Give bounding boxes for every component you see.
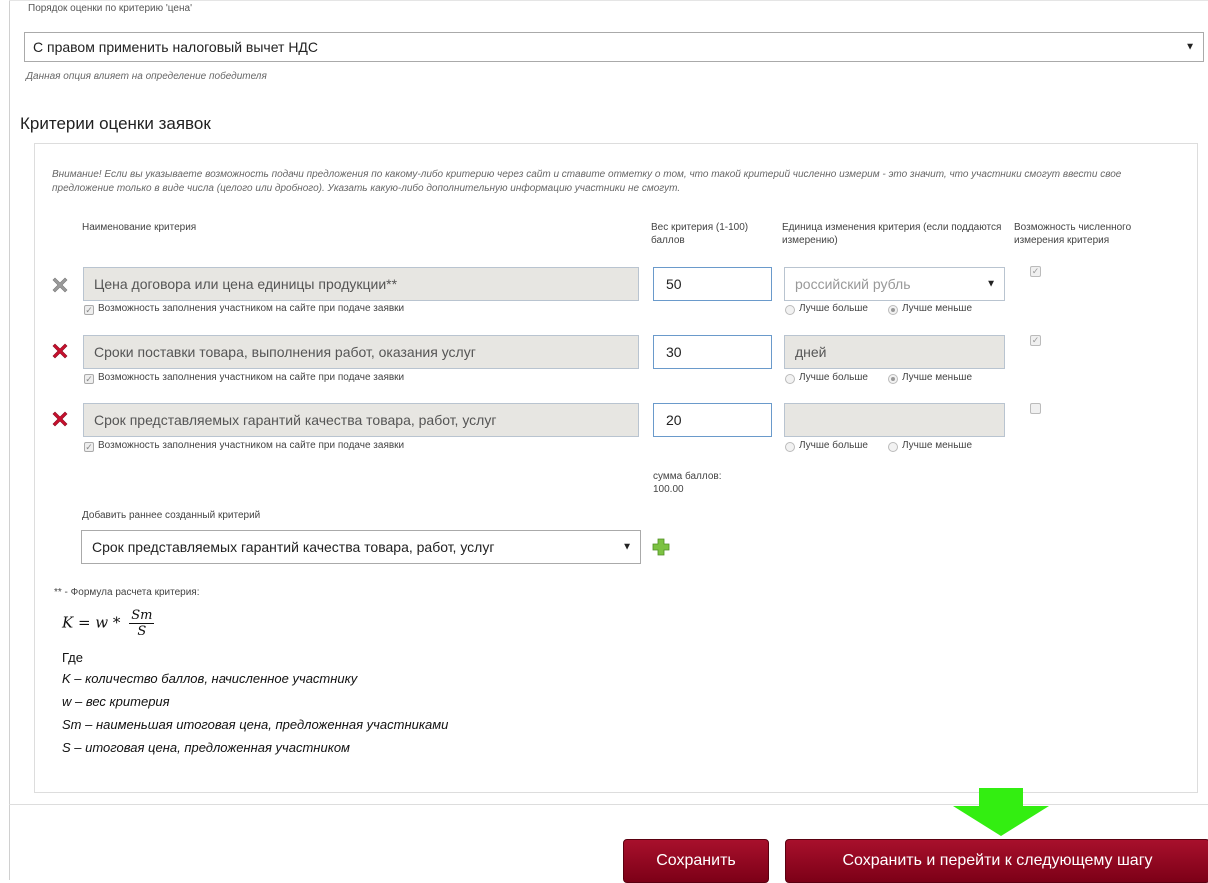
vat-select[interactable]: С правом применить налоговый вычет НДС ▼ [24,32,1204,62]
delete-icon[interactable] [50,341,70,361]
frame-top-border [9,0,1208,1]
weight-input[interactable]: 30 [653,335,772,369]
add-criterion-label: Добавить раннее созданный критерий [82,510,261,521]
unit-select-value: российский рубль [795,276,911,292]
vat-hint: Данная опция влияет на определение побед… [26,71,267,82]
green-arrow-icon [953,788,1049,836]
col-header-name: Наименование критерия [82,222,197,233]
delete-disabled-icon[interactable] [50,275,70,295]
better-more-label: Лучше больше [799,372,868,383]
formula: K = w * Sm S [62,608,155,639]
add-criterion-select[interactable]: Срок представляемых гарантий качества то… [81,530,641,564]
formula-numerator: Sm [129,608,155,624]
frame-left-border [9,0,10,880]
measurable-checkbox[interactable]: ✓ [1030,266,1041,277]
weight-input[interactable]: 20 [653,403,772,437]
better-less-radio[interactable] [888,305,898,315]
add-plus-icon[interactable] [652,538,670,556]
sum-value: 100.00 [653,484,684,495]
better-less-radio[interactable] [888,374,898,384]
better-more-label: Лучше больше [799,303,868,314]
warning-text: Внимание! Если вы указываете возможность… [52,169,1122,194]
better-more-label: Лучше больше [799,440,868,451]
chevron-down-icon: ▼ [986,278,996,290]
section-title: Критерии оценки заявок [20,114,211,133]
formula-line: K – количество баллов, начисленное участ… [62,671,358,686]
chevron-down-icon: ▼ [1185,41,1195,53]
better-less-label: Лучше меньше [902,440,972,451]
weight-input[interactable]: 50 [653,267,772,301]
unit-field[interactable]: дней [784,335,1005,369]
col-header-measurable: Возможность численного измерения критери… [1014,222,1132,246]
save-button[interactable]: Сохранить [623,839,769,883]
better-more-radio[interactable] [785,305,795,315]
unit-field[interactable] [784,403,1005,437]
better-more-radio[interactable] [785,442,795,452]
vat-select-value: С правом применить налоговый вычет НДС [33,39,319,55]
col-header-weight: Вес критерия (1-100) баллов [651,222,749,246]
vat-label: Порядок оценки по критерию 'цена' [28,3,192,14]
site-fill-label: Возможность заполнения участником на сай… [98,303,405,314]
criterion-name-field[interactable]: Цена договора или цена единицы продукции… [83,267,639,301]
sum-label: сумма баллов: [653,471,722,482]
unit-select[interactable]: российский рубль ▼ [784,267,1005,301]
formula-where: Где [62,650,83,665]
formula-line: Sm – наименьшая итоговая цена, предложен… [62,717,449,732]
formula-note: ** - Формула расчета критерия: [54,587,200,598]
better-less-radio[interactable] [888,442,898,452]
col-header-unit: Единица изменения критерия (если поддают… [782,222,1002,246]
measurable-checkbox[interactable]: ✓ [1030,335,1041,346]
formula-lhs: K = w * [62,613,121,632]
save-next-button[interactable]: Сохранить и перейти к следующему шагу [785,839,1208,883]
site-fill-label: Возможность заполнения участником на сай… [98,440,405,451]
better-more-radio[interactable] [785,374,795,384]
site-fill-checkbox[interactable]: ✓ [84,442,94,452]
add-criterion-value: Срок представляемых гарантий качества то… [92,539,495,555]
formula-denominator: S [137,624,147,639]
criterion-name-field[interactable]: Срок представляемых гарантий качества то… [83,403,639,437]
delete-icon[interactable] [50,409,70,429]
better-less-label: Лучше меньше [902,372,972,383]
chevron-down-icon: ▼ [622,541,632,553]
site-fill-checkbox[interactable]: ✓ [84,305,94,315]
site-fill-checkbox[interactable]: ✓ [84,374,94,384]
formula-line: w – вес критерия [62,694,170,709]
formula-line: S – итоговая цена, предложенная участник… [62,740,350,755]
measurable-checkbox[interactable] [1030,403,1041,414]
better-less-label: Лучше меньше [902,303,972,314]
formula-fraction: Sm S [129,608,155,639]
site-fill-label: Возможность заполнения участником на сай… [98,372,405,383]
criterion-name-field[interactable]: Сроки поставки товара, выполнения работ,… [83,335,639,369]
